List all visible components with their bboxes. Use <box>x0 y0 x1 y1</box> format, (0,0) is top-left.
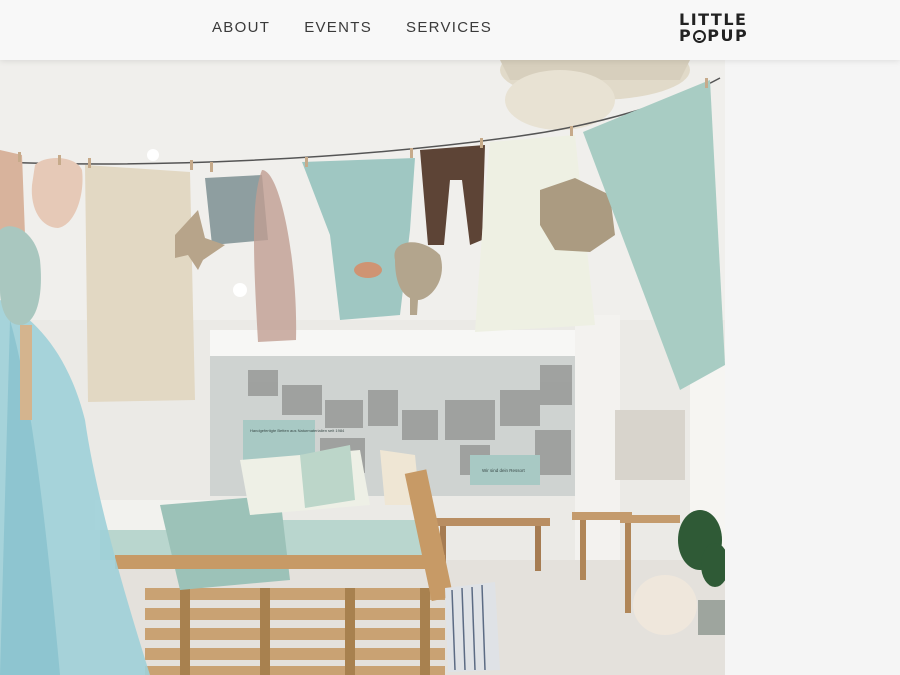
sign-text-2: Wir sind dein Ressort <box>482 468 526 473</box>
nav-link-services[interactable]: SERVICES <box>406 19 492 36</box>
site-header: ABOUT EVENTS SERVICES LITTLE P PUP <box>0 0 900 60</box>
hero-image: Handgefertigte Betten aus Naturmateriali… <box>0 60 725 675</box>
logo-smiley-icon <box>693 29 707 43</box>
sign-text-1: Handgefertigte Betten aus Naturmateriali… <box>250 428 345 433</box>
logo-letters-pup: PUP <box>707 26 749 45</box>
nav-link-events[interactable]: EVENTS <box>304 19 372 36</box>
nav-link-about[interactable]: ABOUT <box>212 19 270 36</box>
right-blank-area <box>725 60 900 675</box>
logo-letter-p: P <box>679 26 693 45</box>
main-nav: ABOUT EVENTS SERVICES <box>212 19 492 36</box>
logo-line-2: P PUP <box>679 28 759 44</box>
store-interior-photo: Handgefertigte Betten aus Naturmateriali… <box>0 60 725 675</box>
logo[interactable]: LITTLE P PUP <box>679 12 759 44</box>
